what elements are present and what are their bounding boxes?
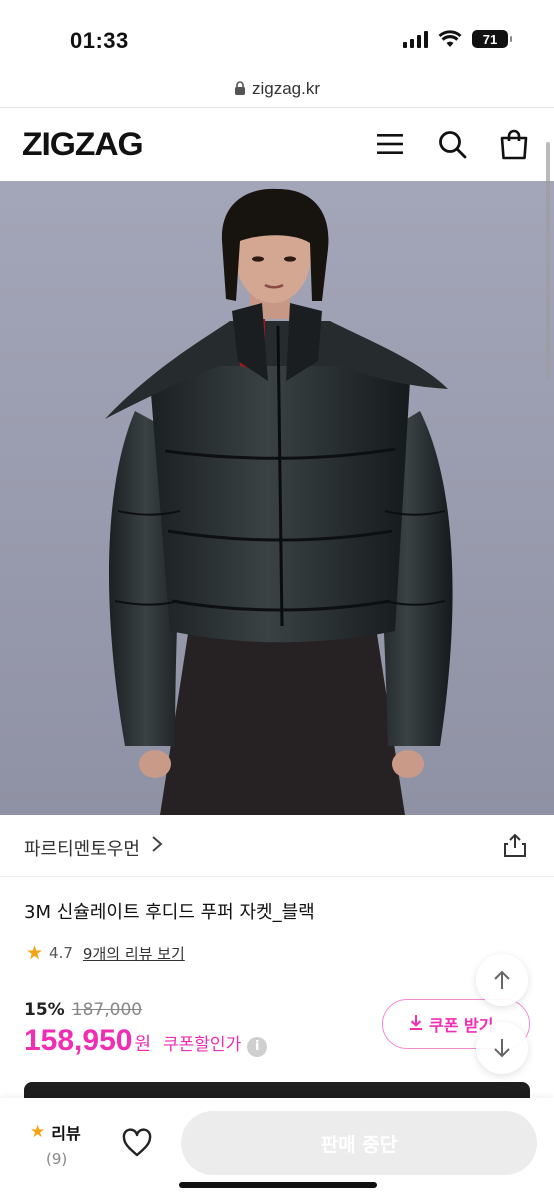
- site-header: ZIGZAG: [0, 108, 554, 180]
- status-icons: 71: [403, 30, 512, 48]
- star-icon: ★: [30, 1122, 46, 1142]
- menu-icon[interactable]: [374, 128, 406, 160]
- product-image[interactable]: [0, 181, 554, 815]
- battery-icon: 71: [472, 30, 512, 48]
- chevron-right-icon: [150, 834, 164, 859]
- product-title: 3M 신슐레이트 후디드 푸퍼 자켓_블랙: [24, 902, 315, 923]
- home-indicator: [179, 1182, 377, 1188]
- review-link[interactable]: 9개의 리뷰 보기: [83, 943, 185, 964]
- arrow-up-icon: [494, 970, 510, 989]
- currency-unit: 원: [134, 1034, 152, 1055]
- rating-score: 4.7: [49, 944, 73, 962]
- url-bar[interactable]: zigzag.kr: [0, 72, 554, 106]
- scroll-top-button[interactable]: [476, 954, 528, 1006]
- sale-price: 158,950: [24, 1024, 133, 1057]
- site-logo[interactable]: ZIGZAG: [22, 126, 144, 163]
- review-label: 리뷰: [51, 1124, 81, 1143]
- download-icon: [409, 1014, 423, 1034]
- heart-icon[interactable]: [120, 1126, 154, 1160]
- seller-name[interactable]: 파르티멘토우먼: [24, 835, 140, 861]
- seller-row[interactable]: 파르티멘토우먼: [0, 816, 554, 877]
- price-box: 15% 187,000 158,950 원 쿠폰할인가 i: [24, 1000, 268, 1058]
- arrow-down-icon: [494, 1039, 510, 1058]
- status-time: 01:33: [70, 28, 129, 53]
- page-scrollbar[interactable]: [546, 142, 550, 378]
- status-bar: 01:33 71: [0, 0, 554, 72]
- lock-icon: [234, 80, 246, 98]
- discount-rate: 15%: [24, 1000, 65, 1020]
- search-icon[interactable]: [436, 128, 468, 160]
- review-count: (9): [46, 1150, 68, 1168]
- shopping-bag-icon[interactable]: [498, 128, 530, 160]
- sold-out-button[interactable]: 판매 중단: [181, 1111, 537, 1175]
- share-icon[interactable]: [502, 832, 528, 858]
- wifi-icon: [438, 30, 462, 47]
- signal-icon: [403, 30, 428, 48]
- product-photo-illustration: [0, 181, 554, 815]
- rating-row: ★ 4.7 9개의 리뷰 보기: [26, 942, 185, 964]
- review-summary[interactable]: ★ 리뷰: [30, 1120, 81, 1144]
- info-icon[interactable]: i: [247, 1037, 268, 1057]
- coupon-price-label: 쿠폰할인가: [163, 1035, 242, 1055]
- original-price: 187,000: [71, 1000, 143, 1020]
- url-text: zigzag.kr: [251, 79, 321, 98]
- star-icon: ★: [26, 942, 44, 964]
- scroll-bottom-button[interactable]: [476, 1022, 528, 1074]
